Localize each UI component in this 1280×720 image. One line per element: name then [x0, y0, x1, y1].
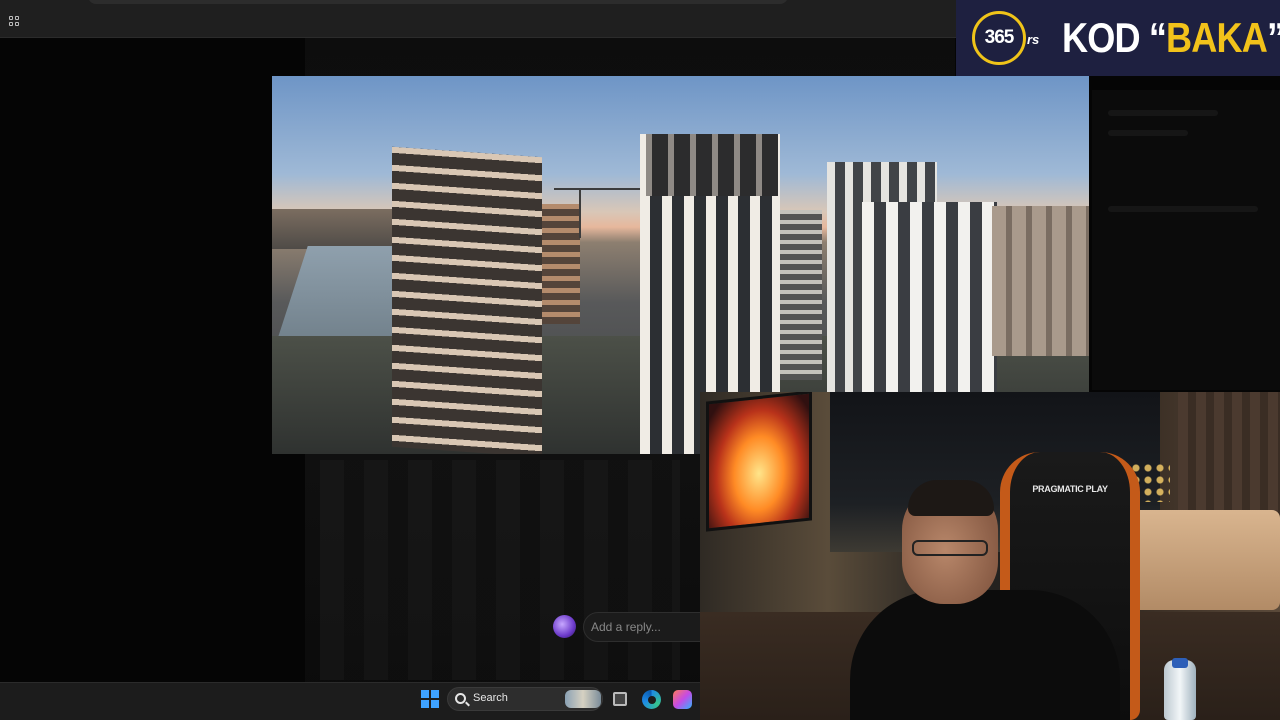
- streamer-hair: [908, 480, 994, 516]
- task-view-icon[interactable]: [613, 692, 627, 706]
- reply-input[interactable]: Add a reply...: [583, 612, 703, 642]
- background-sidebar: [1092, 90, 1280, 390]
- crane-mast: [579, 188, 581, 238]
- water-bottle: [1164, 660, 1196, 720]
- brand-logo: 365: [972, 11, 1026, 65]
- chair-brand-label: PRAGMATIC PLAY: [1032, 484, 1108, 494]
- windows-start-icon[interactable]: [421, 690, 439, 708]
- search-icon: [455, 693, 466, 704]
- promo-code-banner: 365 rs KOD “BAKA”: [956, 0, 1280, 76]
- promo-code-word: BAKA: [1166, 14, 1268, 61]
- residential-tower-left: [392, 146, 542, 454]
- central-tower-crown: [646, 134, 778, 196]
- taskbar-search-label: Search: [473, 692, 508, 704]
- promo-code-text: KOD “BAKA”: [1062, 14, 1280, 61]
- cam-sofa: [1120, 510, 1280, 610]
- crane-arm: [554, 188, 644, 190]
- user-avatar: [553, 615, 576, 638]
- streamer-glasses: [912, 540, 988, 556]
- webcam-feed: PRAGMATIC PLAY: [700, 392, 1280, 720]
- edge-icon[interactable]: [642, 690, 661, 709]
- water-bottle-cap: [1172, 658, 1188, 668]
- search-highlight-image[interactable]: [565, 690, 601, 708]
- city-skyline: [992, 206, 1089, 356]
- background-post-image: [320, 460, 680, 680]
- tv-fireplace-screen: [706, 392, 812, 532]
- distant-tower: [540, 204, 580, 324]
- streamer-body: [850, 590, 1120, 720]
- copilot-icon[interactable]: [673, 690, 692, 709]
- tab-strip: [88, 0, 788, 4]
- brand-logo-suffix: rs: [1027, 32, 1040, 47]
- apps-grid-icon[interactable]: [9, 16, 19, 26]
